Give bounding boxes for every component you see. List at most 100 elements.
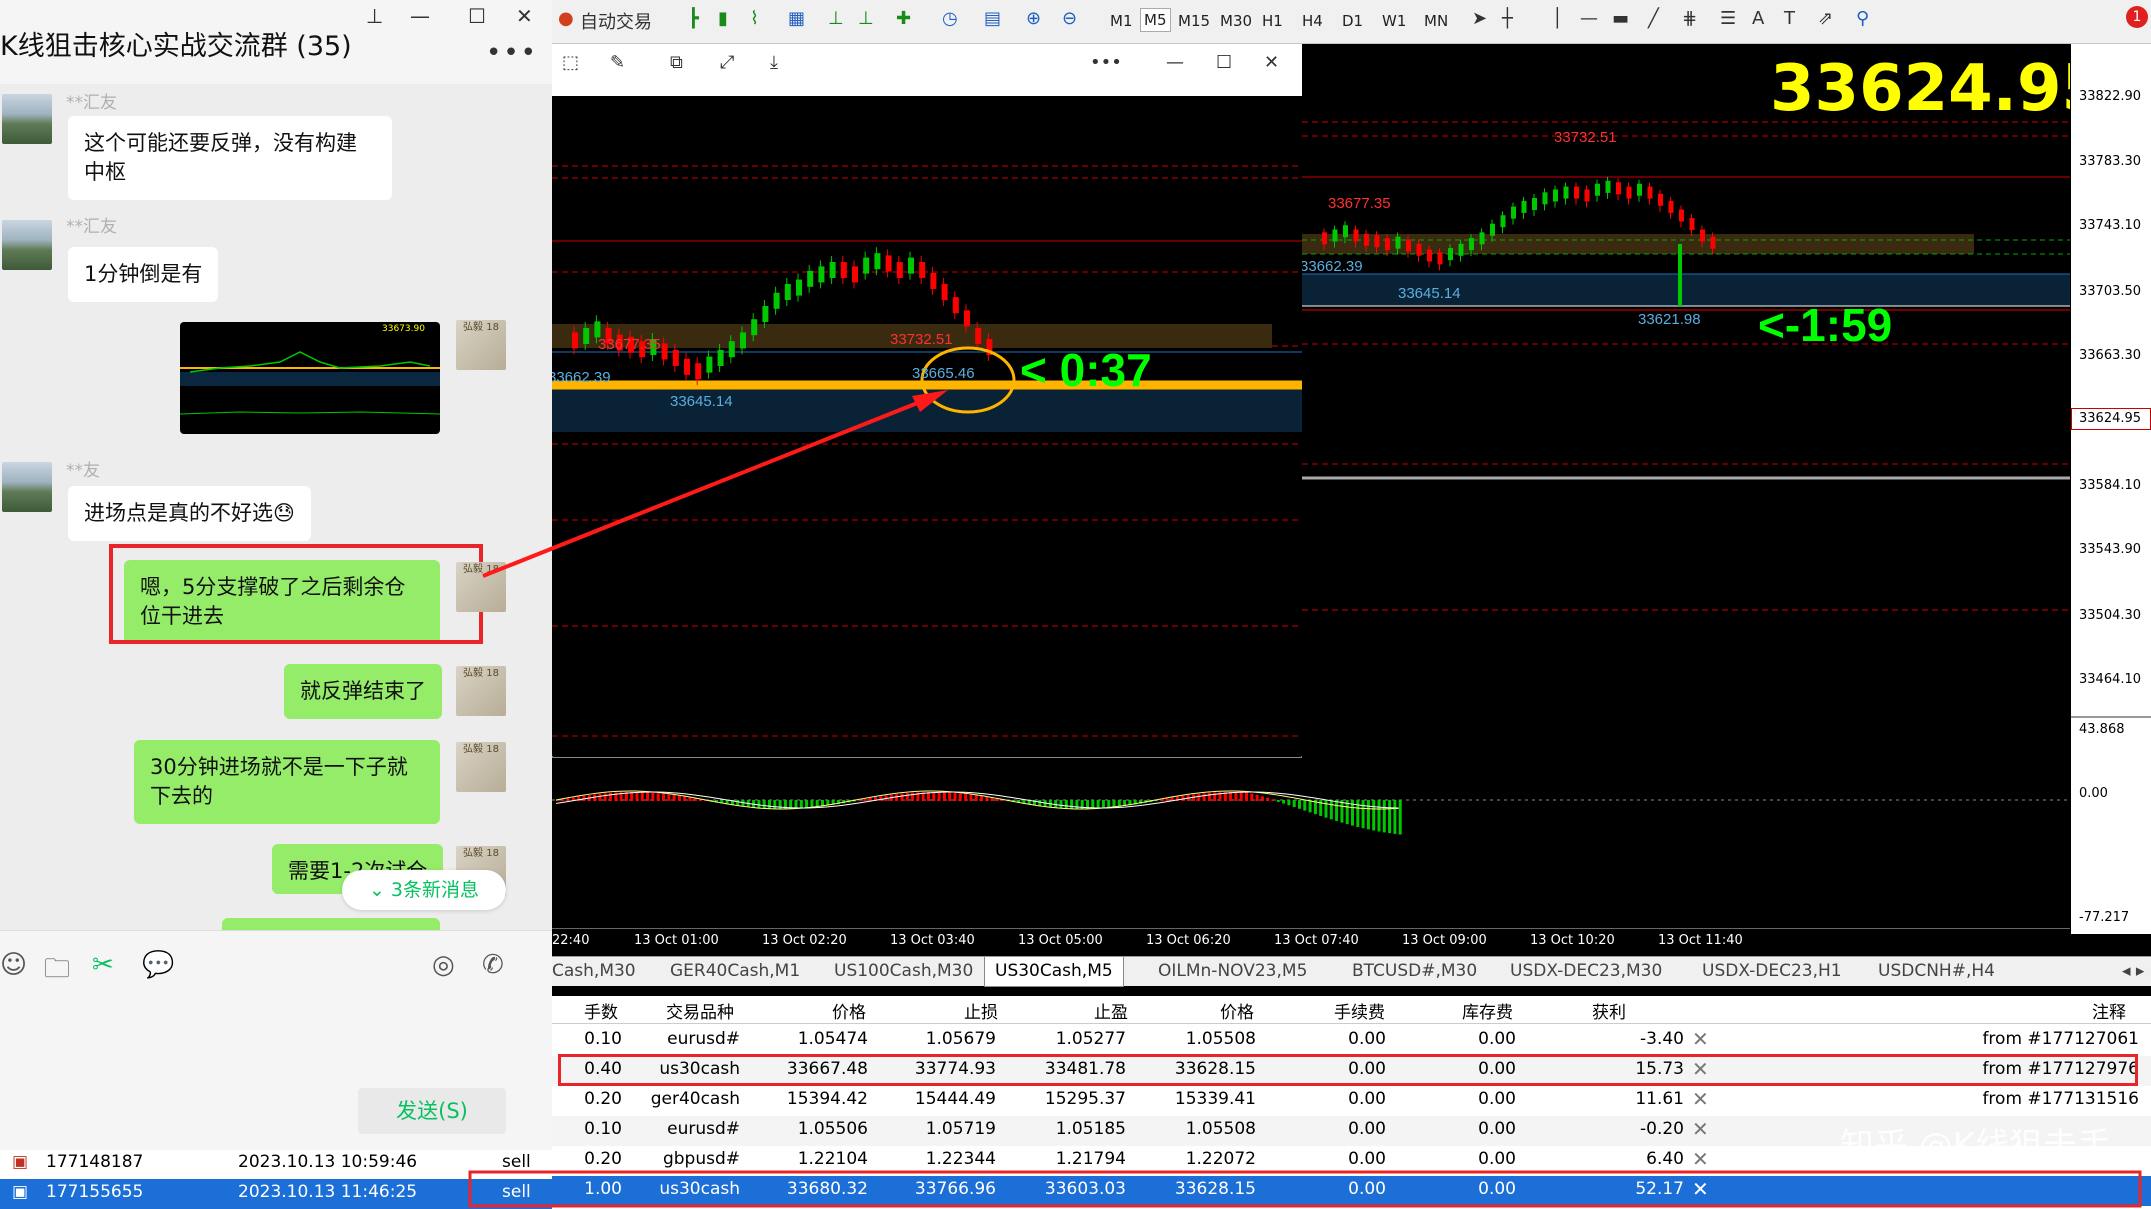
trendline-icon[interactable]: ╱ bbox=[1648, 8, 1659, 29]
arrows-icon[interactable]: ⇗ bbox=[1818, 8, 1833, 29]
hline-icon[interactable]: — bbox=[1580, 8, 1598, 29]
col-sl[interactable]: 止损 bbox=[964, 998, 998, 1023]
close-position-icon[interactable]: ✕ bbox=[1692, 1117, 1709, 1141]
autoscroll-icon[interactable]: ⊥ bbox=[858, 8, 874, 29]
rectangle-icon[interactable]: ▬ bbox=[1612, 8, 1629, 29]
chart-shift-icon[interactable]: ⊥ bbox=[828, 8, 844, 29]
avatar[interactable]: 弘毅 18 bbox=[456, 666, 506, 716]
pin-icon[interactable]: ⊥ bbox=[366, 4, 383, 28]
bar-chart-icon[interactable]: ┣ bbox=[688, 8, 699, 29]
history-row[interactable]: ▣ 177148187 2023.10.13 10:59:46 sell bbox=[0, 1150, 552, 1179]
col-symbol[interactable]: 交易品种 bbox=[666, 998, 734, 1023]
live-icon[interactable]: ◎ bbox=[432, 950, 455, 980]
close-position-icon[interactable]: ✕ bbox=[1692, 1147, 1709, 1171]
more-icon[interactable]: ••• bbox=[1090, 52, 1122, 73]
tf-d1[interactable]: D1 bbox=[1342, 12, 1363, 30]
templates-icon[interactable]: ▤ bbox=[984, 8, 1001, 29]
tf-m15[interactable]: M15 bbox=[1178, 12, 1210, 30]
chart-thumbnail[interactable]: 33673.90 bbox=[180, 322, 440, 434]
tf-m1[interactable]: M1 bbox=[1110, 12, 1133, 30]
minimize-icon[interactable]: — bbox=[410, 4, 430, 28]
tab-ger40[interactable]: GER40Cash,M1 bbox=[670, 961, 800, 981]
periods-icon[interactable]: ◷ bbox=[942, 8, 958, 29]
close-icon[interactable]: ✕ bbox=[1264, 52, 1279, 73]
avatar[interactable]: 弘毅 18 bbox=[456, 742, 506, 792]
more-icon[interactable]: ••• bbox=[486, 38, 538, 68]
candle bbox=[964, 310, 970, 327]
send-button[interactable]: 发送(S) bbox=[358, 1088, 506, 1134]
autotrade-button[interactable]: 自动交易 bbox=[580, 8, 652, 34]
channel-icon[interactable]: ⋕ bbox=[1682, 8, 1697, 29]
indicators-icon[interactable]: ✚ bbox=[896, 8, 911, 29]
edit-icon[interactable]: ✎ bbox=[610, 52, 625, 73]
zoom-out-icon[interactable]: ⊖ bbox=[1062, 8, 1077, 29]
tab-usdx-m30[interactable]: USDX-DEC23,M30 bbox=[1510, 961, 1662, 981]
candle-chart-icon[interactable]: ▮ bbox=[718, 8, 728, 29]
scissors-icon[interactable]: ✂ bbox=[92, 950, 114, 980]
avatar[interactable] bbox=[2, 220, 52, 270]
tab-us30-active[interactable]: US30Cash,M5 bbox=[984, 957, 1124, 987]
call-icon[interactable]: ✆ bbox=[482, 950, 504, 980]
notification-badge[interactable]: 1 bbox=[2126, 6, 2148, 28]
expand-icon[interactable]: ⤢ bbox=[720, 52, 734, 73]
col-tp[interactable]: 止盈 bbox=[1094, 998, 1128, 1023]
trade-row-selected[interactable]: 1.00 us30cash 33680.32 33766.96 33603.03 3362… bbox=[552, 1176, 2151, 1206]
tf-w1[interactable]: W1 bbox=[1382, 12, 1406, 30]
search-icon[interactable]: ⚲ bbox=[1856, 8, 1869, 29]
emoji-icon[interactable]: ☺ bbox=[0, 950, 27, 980]
frame-icon[interactable]: ⬚ bbox=[562, 52, 579, 73]
fibo-icon[interactable]: ☰ bbox=[1720, 8, 1736, 29]
tab-us100[interactable]: US100Cash,M30 bbox=[834, 961, 973, 981]
macd-bar bbox=[1393, 800, 1397, 834]
autotrade-icon[interactable]: ● bbox=[558, 8, 574, 29]
save-icon[interactable]: ⤓ bbox=[770, 52, 778, 73]
maximize-icon[interactable]: ☐ bbox=[468, 4, 486, 28]
zoom-in-icon[interactable]: ⊕ bbox=[1026, 8, 1041, 29]
tf-mn[interactable]: MN bbox=[1424, 12, 1448, 30]
col-cur-price[interactable]: 价格 bbox=[1220, 998, 1254, 1023]
trade-row[interactable]: 0.10 eurusd# 1.05474 1.05679 1.05277 1.05508 0… bbox=[552, 1026, 2151, 1056]
candle bbox=[863, 257, 870, 274]
crosshair-icon[interactable]: ┼ bbox=[1502, 8, 1513, 29]
close-position-icon[interactable]: ✕ bbox=[1692, 1027, 1709, 1051]
new-messages-pill[interactable]: ⌄ 3条新消息 bbox=[342, 870, 506, 910]
tab-scroll-icon[interactable]: ◂ ▸ bbox=[2122, 961, 2144, 981]
label-icon[interactable]: T bbox=[1784, 8, 1795, 29]
tf-m30[interactable]: M30 bbox=[1220, 12, 1252, 30]
col-profit[interactable]: 获利 bbox=[1592, 998, 1626, 1023]
tf-h1[interactable]: H1 bbox=[1262, 12, 1283, 30]
avatar[interactable] bbox=[2, 462, 52, 512]
trade-row[interactable]: 0.20 ger40cash 15394.42 15444.49 15295.37 153… bbox=[552, 1086, 2151, 1116]
left-chart-plot[interactable]: 33732.51 33677.35 33662.39 33645.14 33665.46… bbox=[548, 40, 1302, 760]
tab-usdcnh[interactable]: USDCNH#,H4 bbox=[1878, 961, 1995, 981]
tab-usdx-h1[interactable]: USDX-DEC23,H1 bbox=[1702, 961, 1842, 981]
chat-history-icon[interactable]: 💬 bbox=[142, 950, 174, 980]
tile-windows-icon[interactable]: ▦ bbox=[788, 8, 805, 29]
close-icon[interactable]: ✕ bbox=[516, 4, 533, 28]
col-lots[interactable]: 手数 bbox=[584, 998, 618, 1023]
tab-oil[interactable]: OILMn-NOV23,M5 bbox=[1158, 961, 1307, 981]
text-icon[interactable]: A bbox=[1752, 8, 1764, 29]
history-row-selected[interactable]: ▣ 177155655 2023.10.13 11:46:25 sell bbox=[0, 1179, 552, 1209]
close-position-icon[interactable]: ✕ bbox=[1692, 1087, 1709, 1111]
avatar[interactable]: 弘毅 18 bbox=[456, 562, 506, 612]
folder-icon[interactable]: 🗀 bbox=[44, 950, 70, 994]
close-position-icon[interactable]: ✕ bbox=[1692, 1177, 1709, 1201]
cursor-icon[interactable]: ➤ bbox=[1472, 8, 1487, 29]
tab-btc[interactable]: BTCUSD#,M30 bbox=[1352, 961, 1477, 981]
avatar[interactable] bbox=[2, 94, 52, 144]
minimize-icon[interactable]: — bbox=[1166, 52, 1184, 73]
tab-cash-m30[interactable]: Cash,M30 bbox=[552, 961, 636, 981]
col-price[interactable]: 价格 bbox=[832, 998, 866, 1023]
vline-icon[interactable]: │ bbox=[1552, 8, 1563, 29]
maximize-icon[interactable]: ☐ bbox=[1216, 52, 1232, 73]
col-swap[interactable]: 库存费 bbox=[1462, 998, 1513, 1023]
copy-icon[interactable]: ⧉ bbox=[670, 52, 683, 73]
tf-m5[interactable]: M5 bbox=[1140, 8, 1171, 32]
tf-h4[interactable]: H4 bbox=[1302, 12, 1323, 30]
avatar[interactable]: 弘毅 18 bbox=[456, 320, 506, 370]
col-note[interactable]: 注释 bbox=[2092, 998, 2126, 1023]
line-chart-icon[interactable]: ⌇ bbox=[750, 8, 759, 29]
col-commission[interactable]: 手续费 bbox=[1334, 998, 1385, 1023]
chart-window-right[interactable]: 33732.51 33677.35 33662.39 33645.14 33621.98… bbox=[1300, 44, 2072, 716]
